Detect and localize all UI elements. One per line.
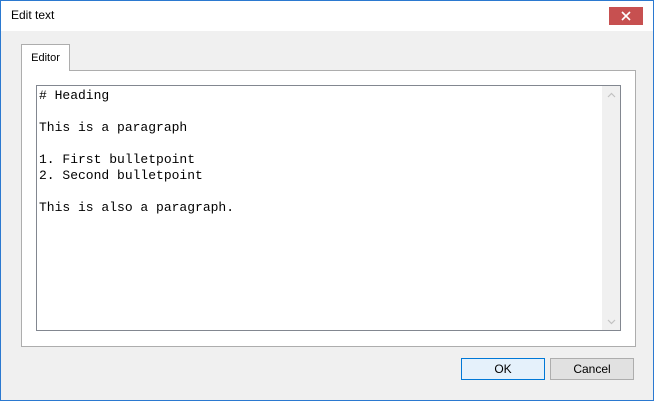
close-button[interactable] (609, 7, 643, 25)
close-icon (621, 11, 631, 21)
cancel-button[interactable]: Cancel (550, 358, 634, 380)
chevron-down-icon (607, 319, 616, 324)
window-title: Edit text (11, 8, 55, 22)
scroll-down-button[interactable] (603, 313, 620, 330)
text-editor-box: # Heading This is a paragraph 1. First b… (36, 85, 621, 331)
tab-panel: # Heading This is a paragraph 1. First b… (21, 70, 636, 347)
title-bar: Edit text (1, 1, 653, 31)
scroll-up-button[interactable] (603, 86, 620, 103)
tab-editor-label: Editor (31, 52, 60, 64)
tab-editor[interactable]: Editor (21, 44, 70, 71)
chevron-up-icon (607, 92, 616, 97)
markdown-text-editor[interactable]: # Heading This is a paragraph 1. First b… (39, 88, 602, 328)
edit-text-dialog: Edit text Editor # Heading This is a par… (0, 0, 654, 401)
ok-button[interactable]: OK (461, 358, 545, 380)
vertical-scrollbar[interactable] (602, 86, 620, 330)
